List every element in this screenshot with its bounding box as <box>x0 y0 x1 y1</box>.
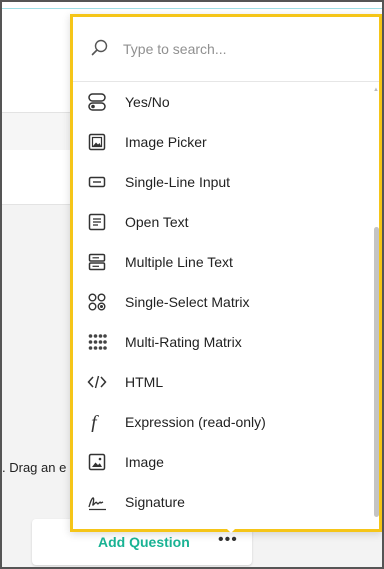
dots-matrix-icon <box>87 332 107 352</box>
item-label: Single-Line Input <box>125 174 231 190</box>
svg-text:f: f <box>91 412 99 432</box>
question-type-dropdown: Yes/No Image Picker <box>70 14 382 532</box>
list-item-single-line-input[interactable]: Single-Line Input <box>73 163 373 203</box>
list-item-expression[interactable]: f Expression (read-only) <box>73 403 373 443</box>
search-row <box>73 17 379 82</box>
function-icon: f <box>87 412 107 432</box>
list-item-open-text[interactable]: Open Text <box>73 203 373 243</box>
header-accent-line <box>2 2 382 9</box>
scrollbar-thumb[interactable] <box>374 227 379 517</box>
item-label: Signature <box>125 494 185 510</box>
search-icon <box>91 39 109 57</box>
item-label: Open Text <box>125 214 189 230</box>
editor-canvas: . Drag an e v Add Question ••• <box>0 0 384 569</box>
item-label: Image <box>125 454 164 470</box>
item-label: Image Picker <box>125 134 207 150</box>
dropdown-pointer <box>224 526 238 533</box>
item-label: Multiple Line Text <box>125 254 233 270</box>
scroll-up-arrow-icon[interactable]: ▲ <box>373 87 379 93</box>
search-input[interactable] <box>121 37 355 61</box>
radio-matrix-icon <box>87 292 107 312</box>
list-item-image-picker[interactable]: Image Picker <box>73 123 373 163</box>
signature-icon <box>87 492 107 512</box>
item-label: Expression (read-only) <box>125 414 266 430</box>
add-question-button[interactable]: Add Question <box>98 534 190 550</box>
item-label: HTML <box>125 374 164 390</box>
single-line-input-icon <box>87 172 107 192</box>
question-type-menu-button[interactable]: ••• <box>218 531 238 549</box>
image-icon <box>87 452 107 472</box>
code-icon <box>87 372 107 392</box>
list-item-single-select-matrix[interactable]: Single-Select Matrix <box>73 283 373 323</box>
list-item-yes-no[interactable]: Yes/No <box>73 83 373 123</box>
list-item-multi-rating-matrix[interactable]: Multi-Rating Matrix <box>73 323 373 363</box>
image-picker-icon <box>87 132 107 152</box>
list-item-multiple-line-text[interactable]: Multiple Line Text <box>73 243 373 283</box>
text-lines-icon <box>87 212 107 232</box>
multiple-text-icon <box>87 252 107 272</box>
toggle-icon <box>87 92 107 112</box>
item-label: Multi-Rating Matrix <box>125 334 242 350</box>
item-label: Single-Select Matrix <box>125 294 250 310</box>
list-item-signature[interactable]: Signature <box>73 483 373 523</box>
item-label: Yes/No <box>125 94 170 110</box>
list-item-image[interactable]: Image <box>73 443 373 483</box>
empty-survey-hint: . Drag an e <box>2 460 67 475</box>
list-item-html[interactable]: HTML <box>73 363 373 403</box>
